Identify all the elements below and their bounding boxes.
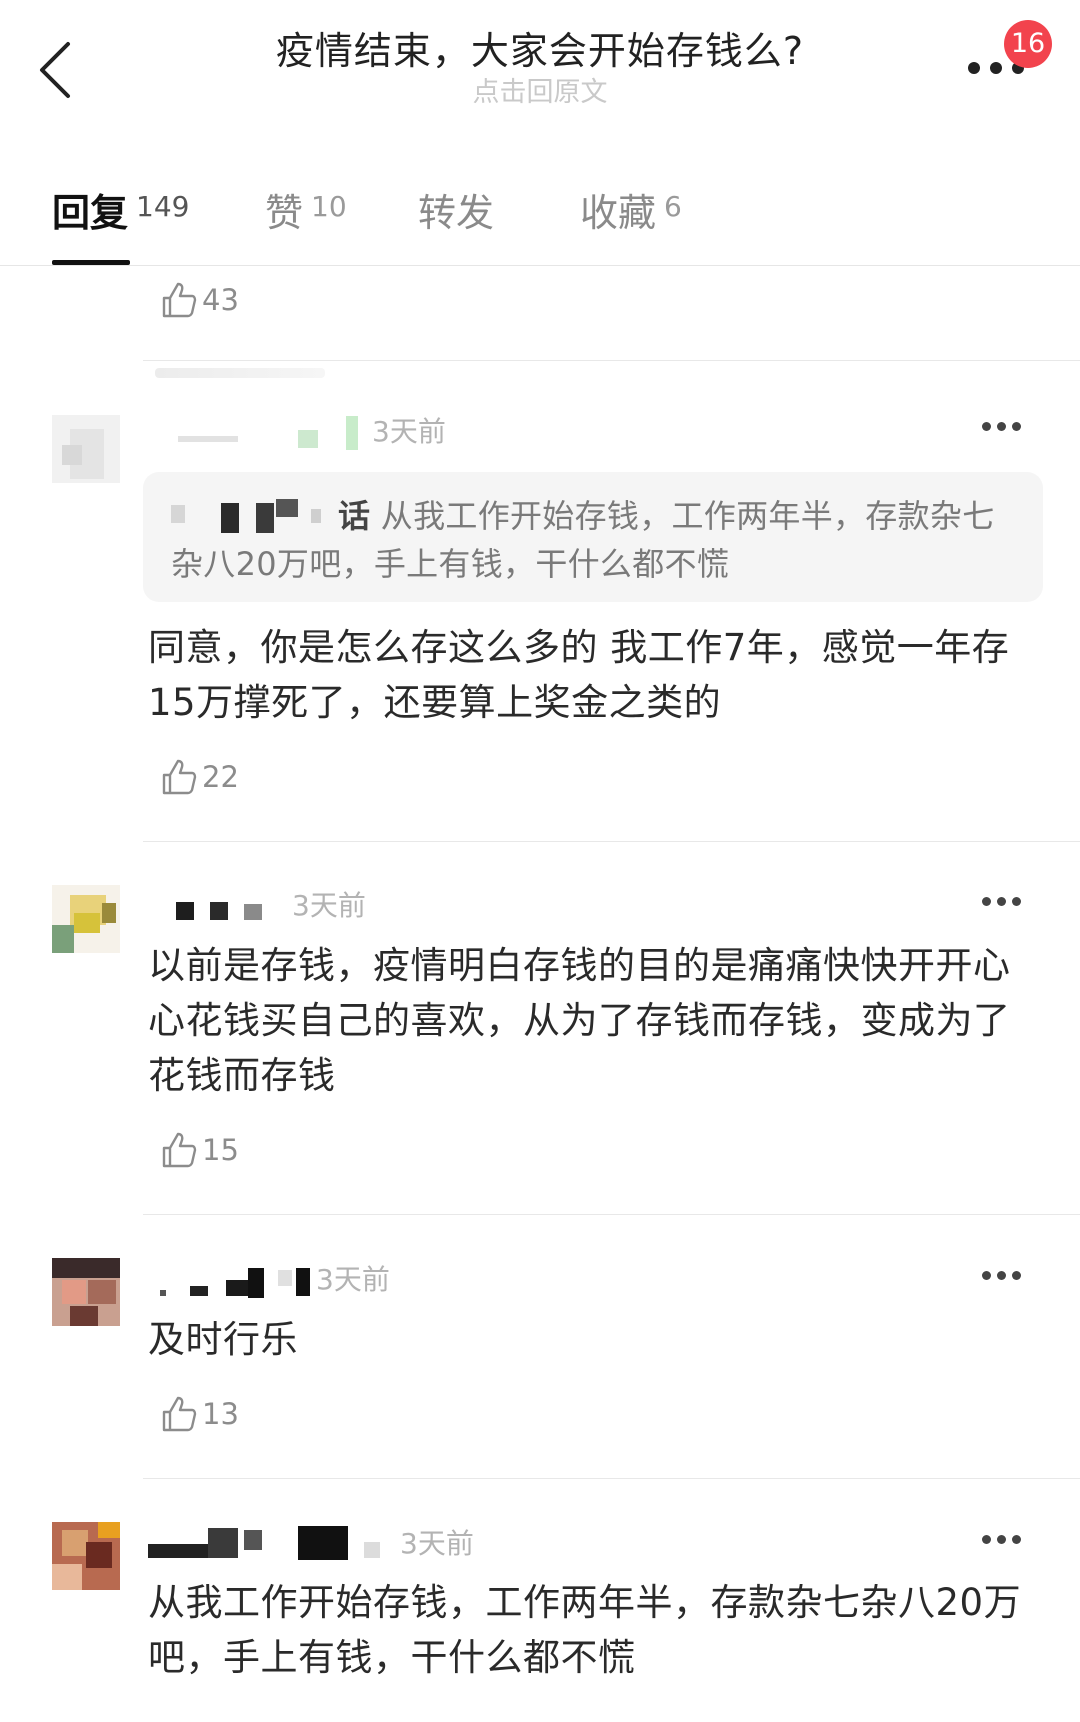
- divider: [143, 1478, 1080, 1479]
- comment-time: 3天前: [292, 889, 366, 922]
- avatar[interactable]: [52, 415, 120, 483]
- blurred-region: [155, 368, 325, 378]
- tab-reposts[interactable]: 转发: [418, 182, 494, 237]
- tab-count: 149: [136, 190, 190, 223]
- chevron-left-icon: [40, 42, 70, 98]
- divider: [0, 265, 1080, 266]
- comment-more-button[interactable]: [982, 1271, 1022, 1285]
- avatar[interactable]: [52, 1522, 120, 1590]
- tab-replies[interactable]: 回复 149: [52, 182, 189, 237]
- tab-likes[interactable]: 赞 10: [265, 182, 347, 237]
- back-to-original-link[interactable]: 点击回原文: [160, 76, 920, 110]
- tab-favorites[interactable]: 收藏 6: [580, 182, 682, 237]
- quoted-text-block: 话 从我工作开始存钱，工作两年半，存款杂七杂八20万吧，手上有钱，干什么都不慌: [171, 492, 1021, 588]
- username-blurred[interactable]: [148, 1526, 388, 1560]
- username-blurred[interactable]: [148, 416, 358, 450]
- tab-label: 转发: [418, 191, 495, 235]
- like-button[interactable]: 22: [158, 755, 239, 799]
- quoted-username: 话: [338, 497, 371, 535]
- thumbs-up-icon: [162, 1132, 197, 1168]
- top-bar: 疫情结束，大家会开始存钱么? 点击回原文 16: [0, 0, 1080, 130]
- comment-text: 及时行乐: [148, 1318, 298, 1361]
- avatar[interactable]: [52, 885, 120, 953]
- divider: [143, 841, 1080, 842]
- like-button[interactable]: 15: [158, 1128, 239, 1172]
- like-count: 22: [202, 760, 239, 794]
- comment-text: 以前是存钱，疫情明白存钱的目的是痛痛快快开开心心花钱买自己的喜欢，从为了存钱而存…: [148, 944, 1011, 1097]
- like-button[interactable]: 13: [158, 1392, 239, 1436]
- quoted-username-blurred: [171, 499, 326, 533]
- tab-count: 10: [311, 190, 347, 223]
- back-button[interactable]: [28, 30, 88, 110]
- tab-count: 6: [664, 190, 682, 223]
- post-title: 疫情结束，大家会开始存钱么?: [275, 29, 805, 73]
- comment-more-button[interactable]: [982, 1535, 1022, 1549]
- comment-text: 从我工作开始存钱，工作两年半，存款杂七杂八20万吧，手上有钱，干什么都不慌: [148, 1581, 1022, 1679]
- post-title-area[interactable]: 疫情结束，大家会开始存钱么? 点击回原文: [160, 26, 920, 110]
- tab-bar: 回复 149 赞 10 转发 收藏 6: [0, 160, 1080, 265]
- like-count: 43: [202, 283, 239, 317]
- thumbs-up-icon: [162, 282, 197, 318]
- notification-badge: 16: [1004, 20, 1052, 68]
- like-count: 13: [202, 1397, 239, 1431]
- username-blurred[interactable]: [148, 890, 278, 924]
- avatar[interactable]: [52, 1258, 120, 1326]
- thumbs-up-icon: [162, 1396, 197, 1432]
- comment-more-button[interactable]: [982, 897, 1022, 911]
- like-button[interactable]: 43: [158, 278, 239, 322]
- comment-time: 3天前: [372, 415, 446, 448]
- tab-label: 收藏: [580, 191, 657, 235]
- comment-time: 3天前: [400, 1527, 474, 1560]
- quoted-reply[interactable]: 话 从我工作开始存钱，工作两年半，存款杂七杂八20万吧，手上有钱，干什么都不慌: [143, 472, 1043, 602]
- tab-label: 赞: [265, 191, 304, 235]
- like-count: 15: [202, 1133, 239, 1167]
- thumbs-up-icon: [162, 759, 197, 795]
- username-blurred[interactable]: [148, 1266, 318, 1300]
- divider: [143, 1214, 1080, 1215]
- comment-more-button[interactable]: [982, 422, 1022, 436]
- comment-text: 同意，你是怎么存这么多的 我工作7年，感觉一年存15万撑死了，还要算上奖金之类的: [148, 626, 1010, 724]
- tab-label: 回复: [52, 191, 129, 235]
- comment-time: 3天前: [316, 1263, 390, 1296]
- divider: [143, 360, 1080, 361]
